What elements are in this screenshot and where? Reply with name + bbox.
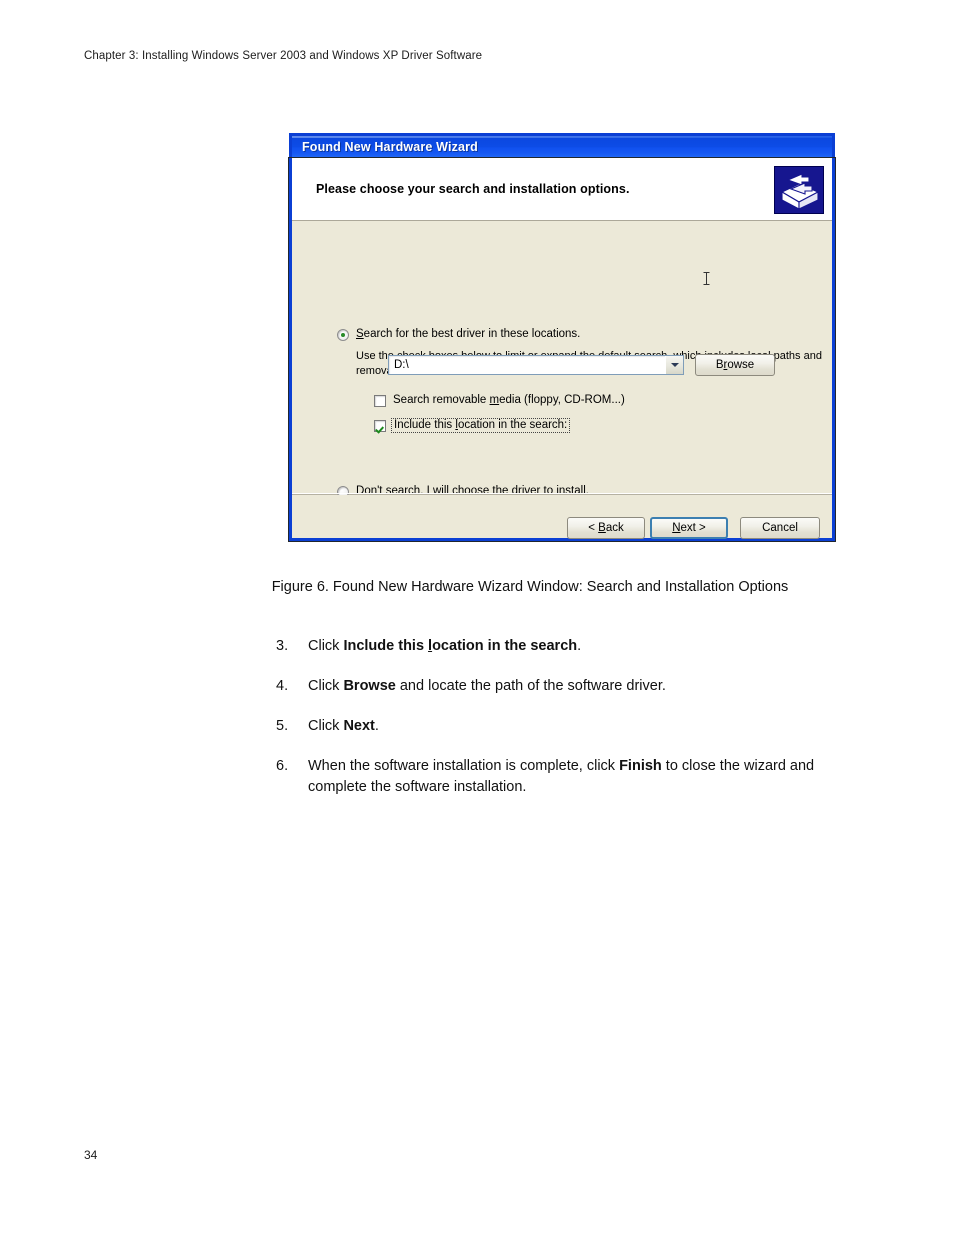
wizard-header-text: Please choose your search and installati… bbox=[316, 182, 630, 196]
step-text: Click Include this location in the searc… bbox=[308, 638, 582, 654]
cancel-button[interactable]: Cancel bbox=[740, 517, 820, 539]
figure-screenshot: Found New Hardware Wizard Please choose … bbox=[289, 133, 835, 541]
radio-search-best-driver-label: Search for the best driver in these loca… bbox=[356, 328, 581, 340]
list-item: 6. When the software installation is com… bbox=[276, 756, 856, 798]
search-location-combobox[interactable]: D:\ bbox=[388, 355, 684, 375]
browse-button-label: Browse bbox=[715, 359, 755, 371]
found-new-hardware-wizard-dialog: Please choose your search and installati… bbox=[289, 158, 835, 541]
hardware-install-box-icon bbox=[774, 166, 824, 214]
dialog-title-bar: Found New Hardware Wizard bbox=[289, 133, 835, 158]
step-text: When the software installation is comple… bbox=[308, 758, 815, 795]
radio-search-best-driver[interactable]: Search for the best driver in these loca… bbox=[337, 327, 580, 341]
dialog-title: Found New Hardware Wizard bbox=[302, 140, 478, 154]
cancel-button-label: Cancel bbox=[762, 522, 798, 534]
step-text: Click Browse and locate the path of the … bbox=[308, 678, 666, 694]
steps-list: 3. Click Include this location in the se… bbox=[276, 636, 856, 817]
page-number: 34 bbox=[84, 1148, 98, 1162]
step-number: 6. bbox=[276, 758, 289, 774]
checkbox-include-this-location-label: Include this location in the search: bbox=[391, 418, 571, 433]
radio-indicator-selected[interactable] bbox=[337, 329, 349, 341]
step-number: 5. bbox=[276, 718, 289, 734]
next-button-label: Next > bbox=[672, 522, 706, 534]
list-item: 4. Click Browse and locate the path of t… bbox=[276, 676, 856, 697]
checkbox-search-removable-media[interactable]: Search removable media (floppy, CD-ROM..… bbox=[374, 393, 625, 407]
step-text: Click Next. bbox=[308, 718, 379, 734]
checkbox-include-this-location[interactable]: Include this location in the search: bbox=[374, 418, 571, 433]
step-number: 4. bbox=[276, 678, 289, 694]
checkbox-indicator-checked[interactable] bbox=[374, 420, 386, 432]
chevron-down-icon[interactable] bbox=[665, 356, 683, 374]
back-button-label: < Back bbox=[588, 522, 624, 534]
wizard-header: Please choose your search and installati… bbox=[292, 158, 832, 221]
browse-button[interactable]: Browse bbox=[695, 354, 775, 376]
back-button[interactable]: < Back bbox=[567, 517, 645, 539]
search-location-value: D:\ bbox=[394, 359, 409, 371]
figure-caption: Figure 6. Found New Hardware Wizard Wind… bbox=[271, 579, 789, 595]
step-number: 3. bbox=[276, 638, 289, 654]
next-button[interactable]: Next > bbox=[650, 517, 728, 539]
list-item: 5. Click Next. bbox=[276, 716, 856, 737]
list-item: 3. Click Include this location in the se… bbox=[276, 636, 856, 657]
running-head: Chapter 3: Installing Windows Server 200… bbox=[84, 50, 483, 62]
checkbox-indicator-unchecked[interactable] bbox=[374, 395, 386, 407]
checkbox-search-removable-media-label: Search removable media (floppy, CD-ROM..… bbox=[393, 394, 625, 406]
